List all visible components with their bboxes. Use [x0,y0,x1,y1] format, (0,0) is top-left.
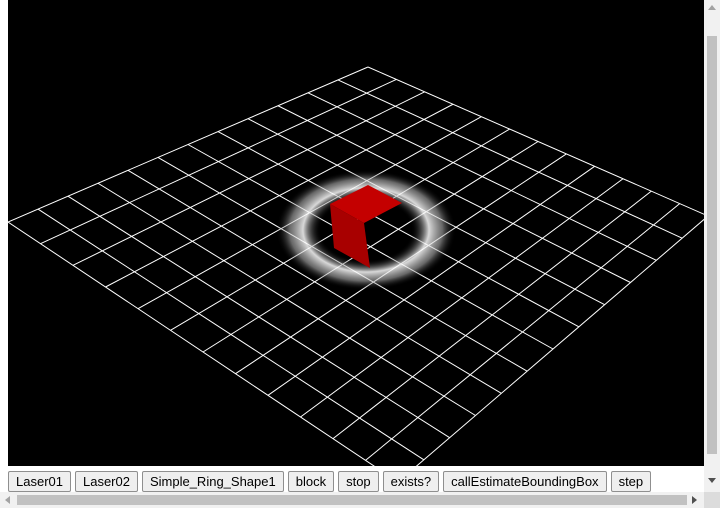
toolbar: Laser01 Laser02 Simple_Ring_Shape1 block… [8,470,652,492]
stop-button[interactable]: stop [338,470,379,492]
scroll-left-arrow-icon[interactable] [5,496,10,504]
scroll-up-arrow-icon[interactable] [708,5,716,10]
3d-viewport[interactable] [8,0,704,466]
laser01-button[interactable]: Laser01 [8,470,71,492]
block-button[interactable]: block [287,470,335,492]
scroll-down-arrow-icon[interactable] [708,478,716,483]
vertical-scrollbar[interactable] [704,0,720,492]
scrollbar-corner [704,492,720,508]
step-button[interactable]: step [610,470,652,492]
call-estimate-bounding-box-button[interactable]: callEstimateBoundingBox [443,470,607,492]
horizontal-scroll-thumb[interactable] [17,495,687,505]
simple-ring-shape1-button[interactable]: Simple_Ring_Shape1 [141,470,284,492]
scene-canvas [8,66,704,466]
vertical-scroll-thumb[interactable] [707,36,717,454]
laser02-button[interactable]: Laser02 [74,470,138,492]
exists-button[interactable]: exists? [382,470,440,492]
scroll-right-arrow-icon[interactable] [692,496,697,504]
horizontal-scrollbar[interactable] [0,492,704,508]
